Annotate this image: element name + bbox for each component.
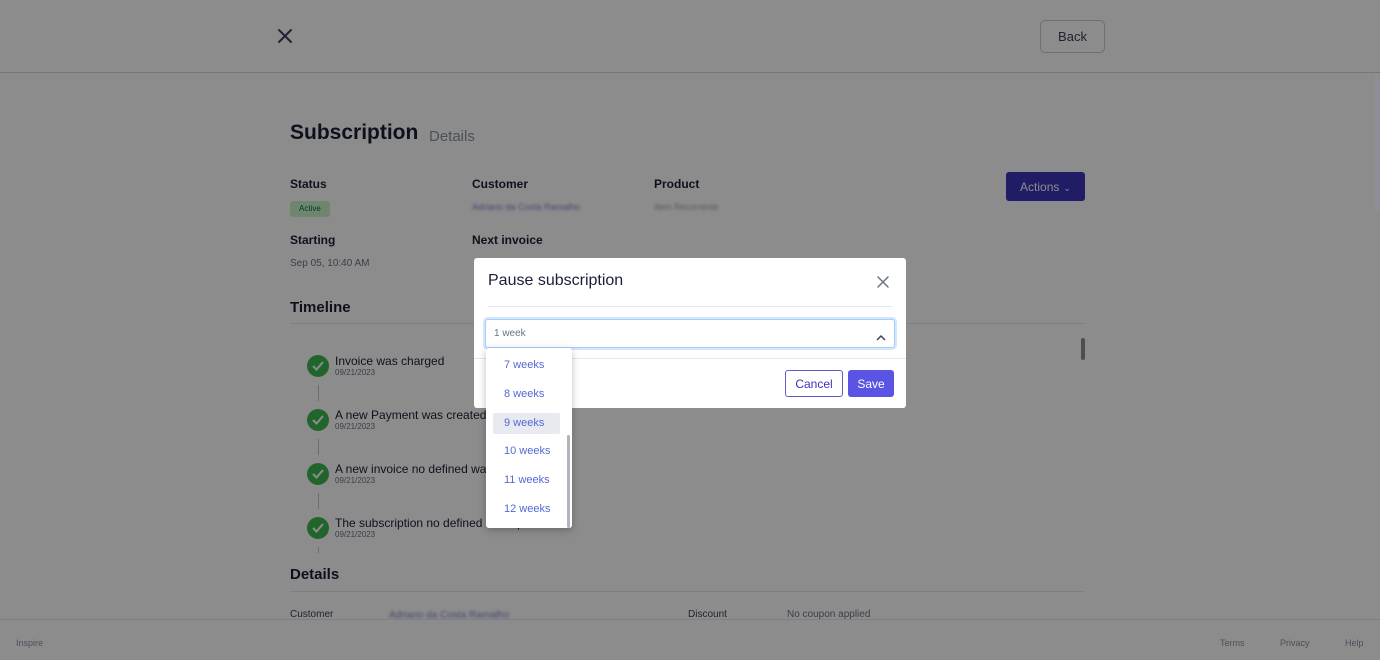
chevron-up-icon <box>876 329 886 347</box>
dropdown-option[interactable]: 12 weeks <box>493 499 560 520</box>
dropdown-option[interactable]: 8 weeks <box>493 384 560 405</box>
page-scrollbar[interactable] <box>1375 73 1379 213</box>
save-button[interactable]: Save <box>848 370 894 397</box>
pause-duration-dropdown: 7 weeks 8 weeks 9 weeks 10 weeks 11 week… <box>486 348 572 528</box>
pause-duration-select[interactable]: 1 week <box>485 319 895 348</box>
modal-title: Pause subscription <box>488 272 624 289</box>
cancel-button[interactable]: Cancel <box>785 370 843 397</box>
dropdown-option[interactable]: 10 weeks <box>493 441 560 462</box>
divider <box>488 306 892 307</box>
close-icon[interactable] <box>876 275 890 289</box>
dropdown-scrollbar[interactable] <box>567 435 570 528</box>
select-value: 1 week <box>494 328 526 339</box>
dropdown-option[interactable]: 11 weeks <box>493 470 560 491</box>
dropdown-option-hovered[interactable]: 9 weeks <box>493 413 560 434</box>
dropdown-option[interactable]: 7 weeks <box>493 355 560 376</box>
